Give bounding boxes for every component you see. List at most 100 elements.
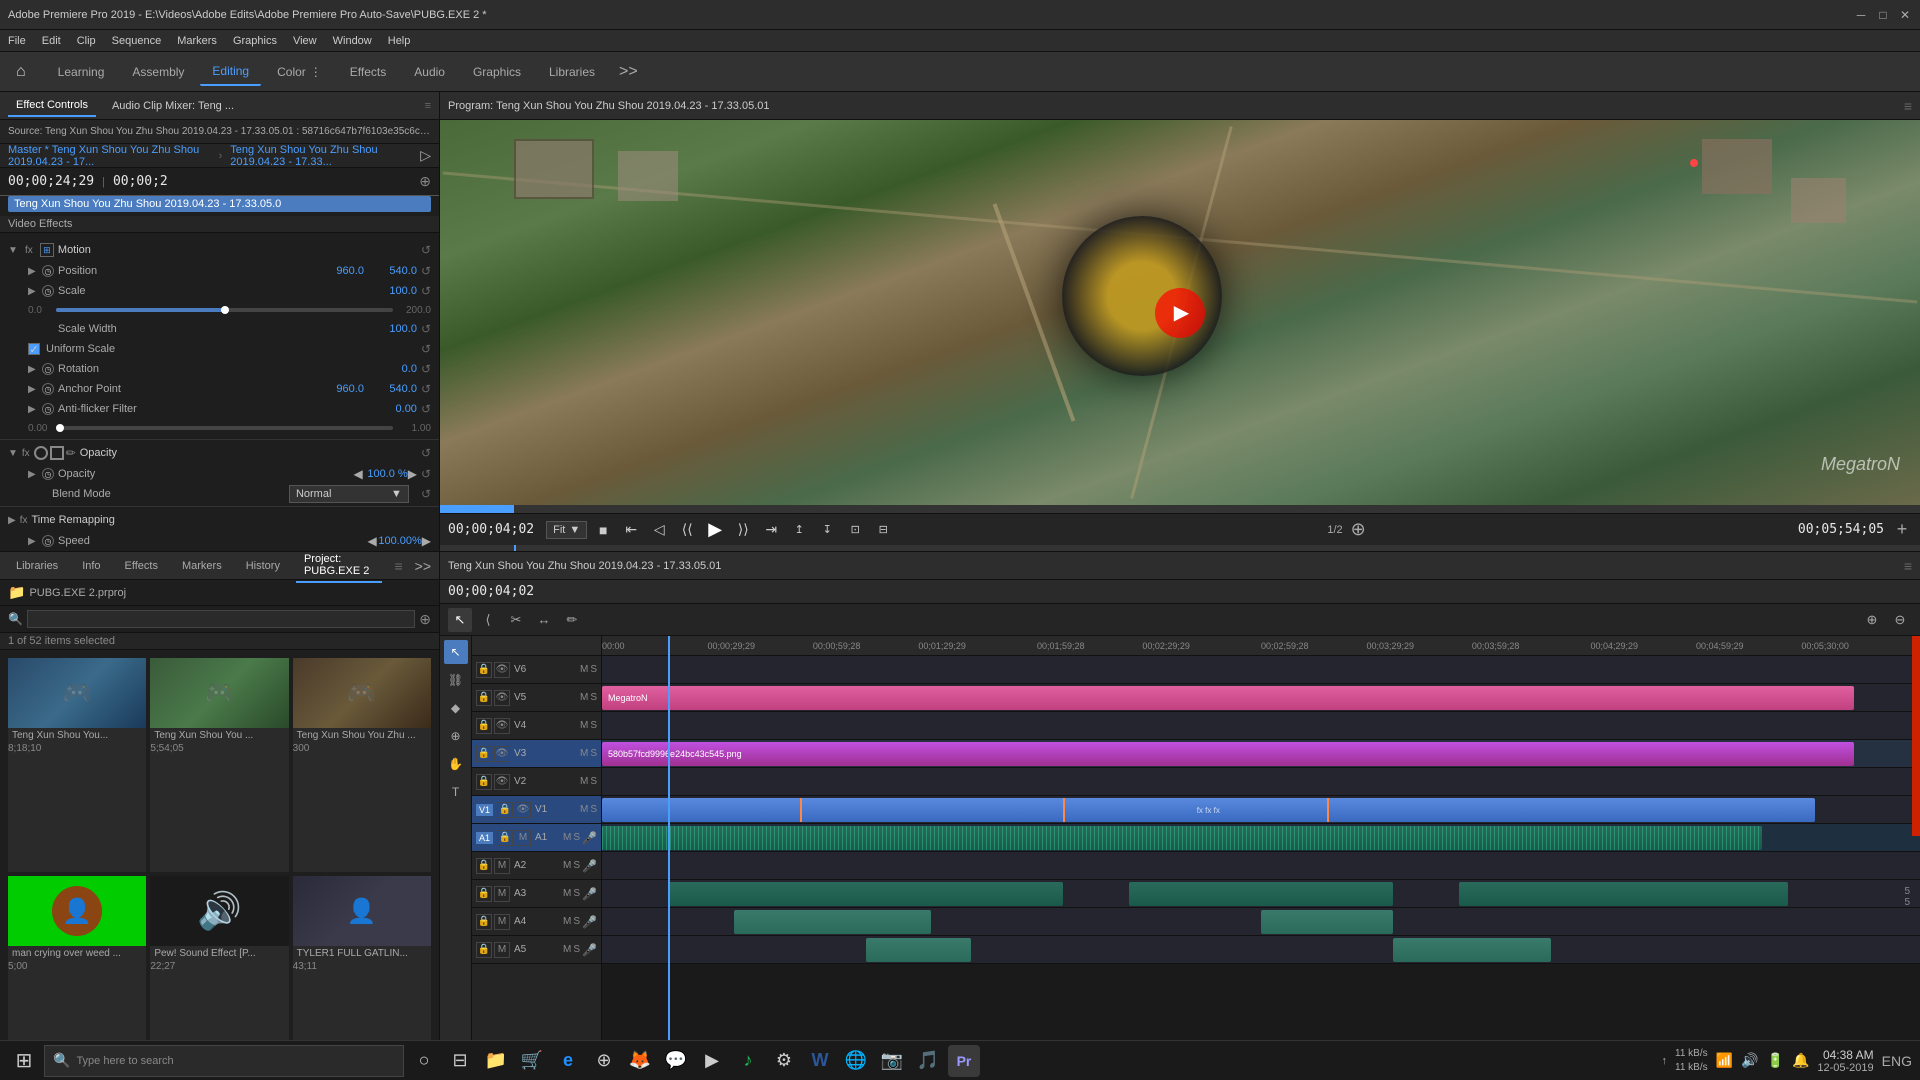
track-lock-v4[interactable]: 🔒 — [476, 718, 492, 734]
fx-scalewidth-reset[interactable]: ↺ — [421, 322, 431, 336]
fx-speed-left-arrow[interactable]: ◀ — [368, 534, 377, 548]
bc-master[interactable]: Master * Teng Xun Shou You Zhu Shou 2019… — [8, 144, 211, 168]
track-vis-v5[interactable]: 👁 — [494, 690, 510, 706]
taskbar-language-indicator[interactable]: ENG — [1882, 1053, 1912, 1069]
bc-clip[interactable]: Teng Xun Shou You Zhu Shou 2019.04.23 - … — [230, 144, 412, 168]
track-m-a5[interactable]: M — [563, 944, 571, 955]
track-vis-v3[interactable]: 👁 — [494, 746, 510, 762]
fx-motion-header[interactable]: ▼ fx ⊞ Motion ↺ — [0, 239, 439, 261]
tl-timecode-display[interactable]: 00;00;04;02 — [440, 580, 542, 603]
fx-position-x[interactable]: 960.0 — [319, 265, 364, 277]
fx-position-y[interactable]: 540.0 — [372, 265, 417, 277]
tl-track-v4[interactable] — [602, 712, 1920, 740]
track-vis-v1[interactable]: 👁 — [515, 802, 531, 818]
tl-track-a2[interactable] — [602, 852, 1920, 880]
pm-next-edit-button[interactable]: ⇥ — [759, 518, 783, 542]
fx-opacity-right-arrow[interactable]: ▶ — [408, 467, 417, 481]
fx-rotation-clock-icon[interactable]: ◷ — [42, 363, 54, 375]
tl-ripple-tool[interactable]: ⟨ — [476, 608, 500, 632]
ec-expand-icon[interactable]: ▷ — [420, 147, 431, 164]
fx-position-clock-icon[interactable]: ◷ — [42, 265, 54, 277]
clip-a5-2[interactable] — [1393, 938, 1551, 962]
fx-scale-clock-icon[interactable]: ◷ — [42, 285, 54, 297]
track-lock-a5[interactable]: 🔒 — [476, 942, 492, 958]
taskbar-store-icon[interactable]: 🛒 — [516, 1045, 548, 1077]
menu-help[interactable]: Help — [388, 35, 411, 47]
tl-razor-tool[interactable]: ✂ — [504, 608, 528, 632]
taskbar-search-bar[interactable]: 🔍 Type here to search — [44, 1045, 404, 1077]
nav-assembly[interactable]: Assembly — [120, 59, 196, 85]
pm-add-button[interactable]: + — [1892, 520, 1912, 540]
fx-rotation-reset[interactable]: ↺ — [421, 362, 431, 376]
pm-fit-dropdown[interactable]: Fit ▼ — [546, 521, 587, 539]
track-s-a4[interactable]: S — [573, 916, 580, 927]
track-vis-a5[interactable]: M — [494, 942, 510, 958]
fx-antiflicker-reset[interactable]: ↺ — [421, 402, 431, 416]
track-m-a1[interactable]: M — [563, 832, 571, 843]
tab-effect-controls[interactable]: Effect Controls — [8, 95, 96, 117]
menu-sequence[interactable]: Sequence — [112, 35, 162, 47]
fx-blendmode-reset[interactable]: ↺ — [421, 487, 431, 501]
track-mute-v4[interactable]: S — [590, 720, 597, 731]
nav-effects[interactable]: Effects — [338, 59, 398, 85]
tl-slip-tool[interactable]: ↔ — [532, 608, 556, 632]
fx-position-reset[interactable]: ↺ — [421, 264, 431, 278]
fx-scale-value[interactable]: 100.0 — [372, 285, 417, 297]
start-button[interactable]: ⊞ — [8, 1045, 40, 1077]
taskbar-notification-icon[interactable]: 🔔 — [1792, 1052, 1809, 1069]
taskbar-edge-icon[interactable]: e — [552, 1045, 584, 1077]
panel-menu-icon[interactable]: ≡ — [425, 100, 431, 112]
track-s-a3[interactable]: S — [573, 888, 580, 899]
close-button[interactable]: ✕ — [1898, 8, 1912, 22]
fx-opacity-clock-icon[interactable]: ◷ — [42, 468, 54, 480]
fx-speed-value[interactable]: 100.00% — [377, 535, 422, 547]
ec-scroll-icon[interactable]: ⊕ — [419, 173, 431, 190]
tl-track-a5[interactable] — [602, 936, 1920, 964]
taskbar-battery-icon[interactable]: 🔋 — [1767, 1052, 1784, 1069]
tab-libraries[interactable]: Libraries — [8, 556, 66, 576]
tab-info[interactable]: Info — [74, 556, 108, 576]
tl-zoom-out-tool[interactable]: ⊖ — [1888, 608, 1912, 632]
taskbar-ie-icon[interactable]: 🌐 — [840, 1045, 872, 1077]
track-mute-v2[interactable]: S — [590, 776, 597, 787]
tl-track-v5[interactable]: MegatroN — [602, 684, 1920, 712]
fx-rotation-value[interactable]: 0.0 — [372, 363, 417, 375]
tab-markers[interactable]: Markers — [174, 556, 230, 576]
taskbar-volume-icon[interactable]: 🔊 — [1741, 1052, 1758, 1069]
pm-next-button[interactable]: ⟩⟩ — [731, 518, 755, 542]
track-lock-a4[interactable]: 🔒 — [476, 914, 492, 930]
track-mute-v5[interactable]: S — [590, 692, 597, 703]
nav-audio[interactable]: Audio — [402, 59, 457, 85]
fx-motion-reset-icon[interactable]: ↺ — [421, 243, 431, 257]
taskbar-firefox-icon[interactable]: 🦊 — [624, 1045, 656, 1077]
track-s-a1[interactable]: S — [573, 832, 580, 843]
track-mic-a2[interactable]: 🎤 — [582, 859, 597, 873]
fx-speed-right-arrow[interactable]: ▶ — [422, 534, 431, 548]
tl-track-a3[interactable] — [602, 880, 1920, 908]
tl-pen-tool[interactable]: ✏ — [560, 608, 584, 632]
pm-timecode-display[interactable]: 00;00;04;02 — [448, 522, 534, 537]
fx-antiflicker-clock-icon[interactable]: ◷ — [42, 403, 54, 415]
clip-a4-1[interactable] — [734, 910, 932, 934]
track-vis-a1[interactable]: M — [515, 830, 531, 846]
clip-megatron[interactable]: MegatroN — [602, 686, 1854, 710]
track-lock-v1[interactable]: 🔒 — [497, 802, 513, 818]
taskbar-file-explorer-icon[interactable]: 📁 — [480, 1045, 512, 1077]
tl-track-a1[interactable] — [602, 824, 1920, 852]
clip-png[interactable]: 580b57fcd9996e24bc43c545.png — [602, 742, 1854, 766]
pm-settings2-button[interactable]: ⊟ — [871, 518, 895, 542]
clip-a1-main[interactable] — [602, 826, 1762, 850]
pm-playhead[interactable] — [514, 545, 516, 551]
list-item[interactable]: 🎮 Teng Xun Shou You Zhu ... 300 — [293, 658, 431, 872]
pm-timeline-scrubber[interactable] — [440, 545, 1920, 551]
fx-opacity-value-reset[interactable]: ↺ — [421, 467, 431, 481]
tl-add-marker-tool[interactable]: ◆ — [444, 696, 468, 720]
track-lock-a3[interactable]: 🔒 — [476, 886, 492, 902]
track-m-a4[interactable]: M — [563, 916, 571, 927]
track-vis-v4[interactable]: 👁 — [494, 718, 510, 734]
fx-scalewidth-value[interactable]: 100.0 — [372, 323, 417, 335]
tl-settings-icon[interactable]: ≡ — [1904, 558, 1912, 574]
track-eye-v4[interactable]: M — [580, 720, 588, 731]
pm-menu-icon[interactable]: ≡ — [1904, 98, 1912, 114]
fx-blendmode-dropdown[interactable]: Normal ▼ — [289, 485, 409, 503]
